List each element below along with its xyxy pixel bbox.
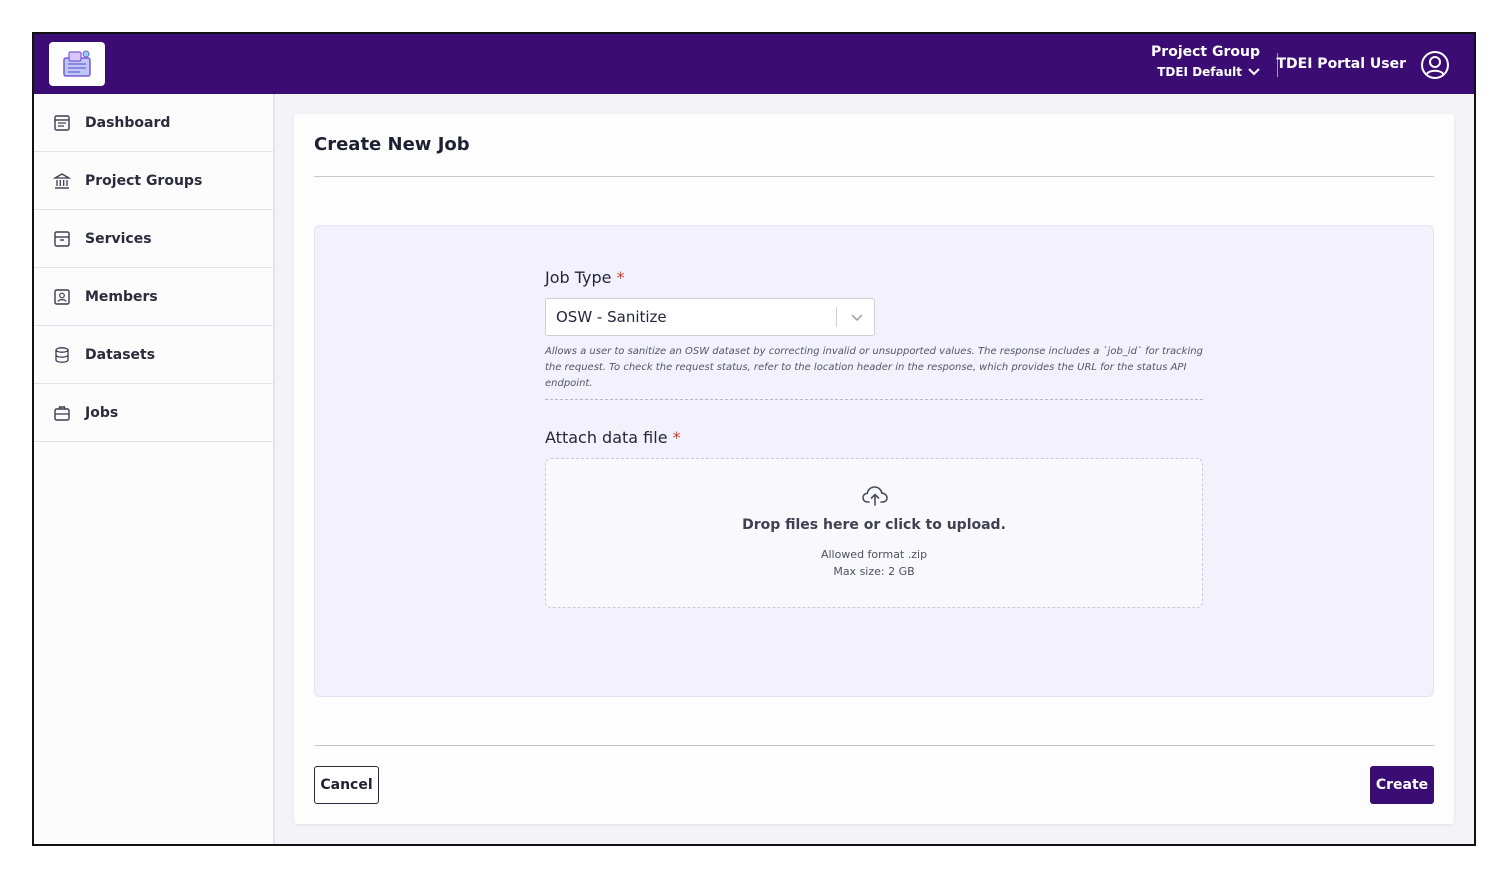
sidebar-item-services[interactable]: Services (34, 210, 273, 268)
dashboard-icon (53, 114, 71, 132)
sidebar-item-label: Datasets (85, 346, 156, 363)
sidebar-item-label: Dashboard (85, 114, 171, 131)
title-divider (314, 176, 1434, 177)
sidebar-item-label: Project Groups (85, 172, 203, 189)
app-logo[interactable] (49, 42, 105, 86)
job-type-select[interactable]: OSW - Sanitize (545, 298, 875, 336)
file-dropzone[interactable]: Drop files here or click to upload. Allo… (545, 458, 1203, 608)
database-icon (53, 346, 71, 364)
attach-file-label: Attach data file * (545, 428, 681, 447)
user-avatar-icon[interactable] (1420, 50, 1450, 80)
job-type-selected-value: OSW - Sanitize (556, 308, 667, 326)
sidebar-item-label: Services (85, 230, 152, 247)
create-job-card: Create New Job Job Type * OSW - Sanitize… (294, 114, 1454, 824)
attach-file-label-text: Attach data file (545, 428, 668, 447)
job-form-panel: Job Type * OSW - Sanitize Allows a user … (314, 225, 1434, 697)
chevron-down-icon[interactable] (850, 311, 864, 325)
logo-icon (63, 50, 91, 77)
cancel-button[interactable]: Cancel (314, 766, 379, 804)
sidebar-item-project-groups[interactable]: Project Groups (34, 152, 273, 210)
cloud-upload-icon (862, 486, 888, 506)
job-type-label: Job Type * (545, 268, 625, 287)
briefcase-icon (53, 404, 71, 422)
select-divider (836, 307, 837, 327)
job-type-help-text: Allows a user to sanitize an OSW dataset… (545, 346, 1203, 389)
sidebar-item-datasets[interactable]: Datasets (34, 326, 273, 384)
archive-icon (53, 230, 71, 248)
chevron-down-icon (1248, 68, 1260, 76)
required-mark: * (672, 428, 681, 447)
user-name[interactable]: TDEI Portal User (1276, 56, 1406, 72)
project-group-value: TDEI Default (1157, 65, 1242, 79)
job-type-label-text: Job Type (545, 268, 612, 287)
dropzone-text: Drop files here or click to upload. (742, 517, 1006, 533)
sidebar-item-label: Members (85, 288, 158, 305)
create-button[interactable]: Create (1370, 766, 1434, 804)
max-size-text: Max size: 2 GB (833, 565, 915, 578)
sidebar-item-jobs[interactable]: Jobs (34, 384, 273, 442)
page-title: Create New Job (314, 134, 470, 155)
sidebar: Dashboard Project Groups Services Member… (34, 94, 275, 844)
section-divider (545, 399, 1203, 400)
bank-icon (53, 172, 71, 190)
footer-divider (314, 745, 1434, 746)
member-badge-icon (53, 288, 71, 306)
required-mark: * (616, 268, 625, 287)
sidebar-item-members[interactable]: Members (34, 268, 273, 326)
app-window: Project Group TDEI Default TDEI Portal U… (32, 32, 1476, 846)
allowed-format-text: Allowed format .zip (820, 548, 928, 561)
project-group-label: Project Group (1151, 44, 1260, 60)
sidebar-item-dashboard[interactable]: Dashboard (34, 94, 273, 152)
top-bar: Project Group TDEI Default TDEI Portal U… (34, 34, 1474, 94)
sidebar-item-label: Jobs (85, 404, 119, 421)
project-group-switcher[interactable]: Project Group TDEI Default (1151, 44, 1260, 79)
